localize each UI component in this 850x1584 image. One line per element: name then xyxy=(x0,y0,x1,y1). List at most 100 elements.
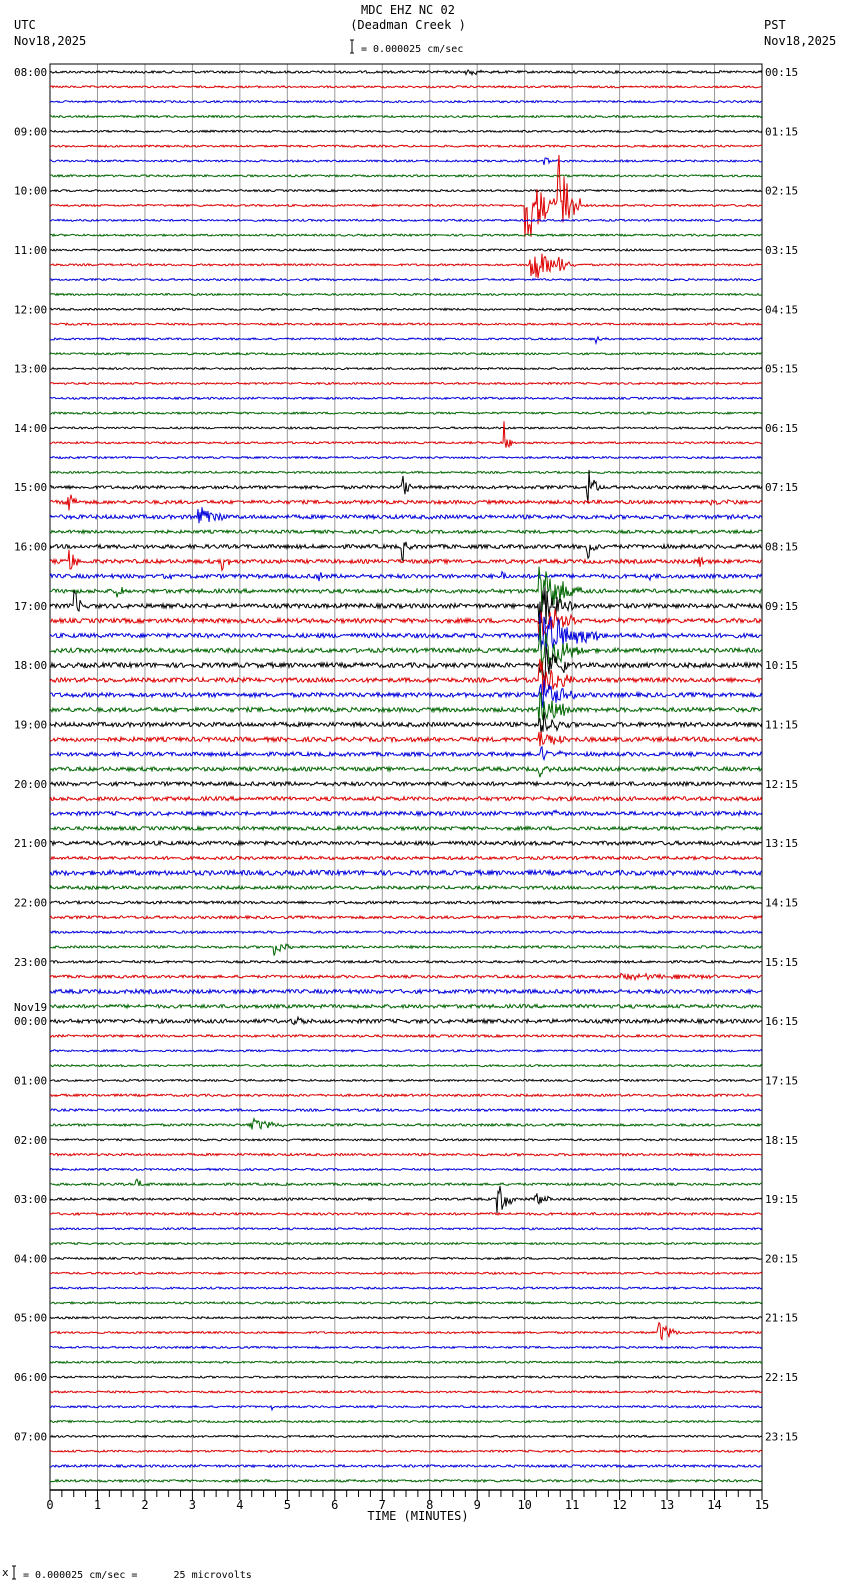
trace-row-74 xyxy=(49,1167,763,1172)
utc-hour-label: 06:00 xyxy=(14,1371,47,1384)
trace-row-34 xyxy=(49,570,763,582)
utc-hour-label: 10:00 xyxy=(14,185,47,198)
trace-row-12 xyxy=(49,247,763,252)
station-title: MDC EHZ NC 02 xyxy=(361,3,455,17)
trace-row-10 xyxy=(49,218,763,223)
pst-hour-label: 23:15 xyxy=(765,1430,798,1443)
trace-row-93 xyxy=(49,1449,763,1454)
left-timezone: UTC xyxy=(14,18,36,32)
trace-row-0 xyxy=(49,69,763,77)
utc-hour-label: 04:00 xyxy=(14,1252,47,1265)
pst-hour-label: 12:15 xyxy=(765,778,798,791)
pst-hour-label: 20:15 xyxy=(765,1252,798,1265)
x-tick-label: 5 xyxy=(284,1498,291,1512)
trace-row-56 xyxy=(49,899,763,906)
x-tick-label: 10 xyxy=(517,1498,531,1512)
trace-row-95 xyxy=(49,1478,763,1484)
utc-hour-label: 19:00 xyxy=(14,719,47,732)
trace-row-49 xyxy=(49,795,763,803)
trace-row-22 xyxy=(50,396,763,401)
trace-row-94 xyxy=(49,1463,763,1469)
trace-row-16 xyxy=(49,307,763,312)
trace-row-20 xyxy=(50,366,763,371)
utc-hour-label: 22:00 xyxy=(14,896,47,909)
pst-hour-label: 19:15 xyxy=(765,1193,798,1206)
trace-row-31 xyxy=(49,528,763,535)
trace-row-5 xyxy=(49,144,763,149)
date-change-label: Nov19 xyxy=(14,1001,47,1014)
utc-hour-label: 16:00 xyxy=(14,541,47,554)
utc-hour-label: 12:00 xyxy=(14,303,47,316)
trace-row-7 xyxy=(50,173,763,178)
x-tick-label: 4 xyxy=(236,1498,243,1512)
trace-row-67 xyxy=(49,1063,763,1068)
trace-row-87 xyxy=(49,1360,763,1365)
scale-text: = 0.000025 cm/sec xyxy=(361,44,463,55)
trace-row-91 xyxy=(49,1419,763,1424)
trace-row-78 xyxy=(49,1226,763,1231)
trace-row-24 xyxy=(49,425,763,430)
grid xyxy=(49,63,763,1491)
pst-hour-label: 09:15 xyxy=(765,600,798,613)
utc-hour-label: 17:00 xyxy=(14,600,47,613)
pst-hour-label: 15:15 xyxy=(765,956,798,969)
trace-row-27 xyxy=(49,470,763,475)
trace-row-58 xyxy=(49,929,763,935)
trace-row-47 xyxy=(49,765,763,778)
x-tick-label: 14 xyxy=(707,1498,721,1512)
trace-row-23 xyxy=(49,411,763,416)
pst-hour-label: 01:15 xyxy=(765,125,798,138)
trace-row-1 xyxy=(49,84,763,89)
trace-row-28 xyxy=(49,469,763,504)
trace-row-84 xyxy=(49,1315,763,1320)
trace-row-88 xyxy=(49,1375,763,1380)
trace-row-77 xyxy=(49,1211,763,1217)
trace-row-29 xyxy=(49,494,763,511)
trace-row-83 xyxy=(49,1300,763,1305)
trace-row-4 xyxy=(49,129,763,134)
x-tick-label: 2 xyxy=(141,1498,148,1512)
trace-row-2 xyxy=(49,99,763,104)
utc-hour-label: 20:00 xyxy=(14,778,47,791)
trace-row-62 xyxy=(49,987,763,996)
trace-row-33 xyxy=(49,549,763,572)
trace-row-21 xyxy=(49,381,763,386)
trace-row-44 xyxy=(49,712,763,734)
right-timezone: PST xyxy=(764,18,786,32)
trace-row-17 xyxy=(49,322,762,327)
scale-bar-icon xyxy=(350,39,354,54)
trace-row-46 xyxy=(49,745,763,762)
x-tick-label: 3 xyxy=(189,1498,196,1512)
trace-row-52 xyxy=(49,839,763,848)
utc-hour-label: 00:00 xyxy=(14,1015,47,1028)
trace-row-13 xyxy=(49,253,763,279)
utc-hour-label: 11:00 xyxy=(14,244,47,257)
pst-hour-label: 11:15 xyxy=(765,719,798,732)
utc-hour-label: 13:00 xyxy=(14,363,47,376)
pst-hour-label: 07:15 xyxy=(765,481,798,494)
utc-hour-label: 23:00 xyxy=(14,956,47,969)
trace-row-9 xyxy=(49,154,763,237)
pst-hour-label: 14:15 xyxy=(765,896,798,909)
x-tick-label: 11 xyxy=(565,1498,579,1512)
trace-row-70 xyxy=(50,1107,763,1113)
trace-row-53 xyxy=(50,854,763,862)
trace-row-65 xyxy=(49,1033,763,1039)
trace-row-39 xyxy=(49,623,763,675)
pst-hour-label: 06:15 xyxy=(765,422,798,435)
trace-row-6 xyxy=(49,157,763,166)
pst-hour-label: 02:15 xyxy=(765,185,798,198)
pst-hour-label: 03:15 xyxy=(765,244,798,257)
trace-row-63 xyxy=(49,1003,763,1010)
trace-row-8 xyxy=(49,188,763,193)
trace-row-72 xyxy=(49,1137,763,1142)
pst-hour-label: 13:15 xyxy=(765,837,798,850)
trace-row-68 xyxy=(49,1078,763,1083)
pst-hour-label: 22:15 xyxy=(765,1371,798,1384)
trace-row-45 xyxy=(49,731,763,747)
trace-row-75 xyxy=(49,1178,762,1187)
trace-row-30 xyxy=(49,507,763,524)
trace-row-61 xyxy=(49,972,763,982)
pst-hour-label: 16:15 xyxy=(765,1015,798,1028)
pst-hour-label: 18:15 xyxy=(765,1134,798,1147)
